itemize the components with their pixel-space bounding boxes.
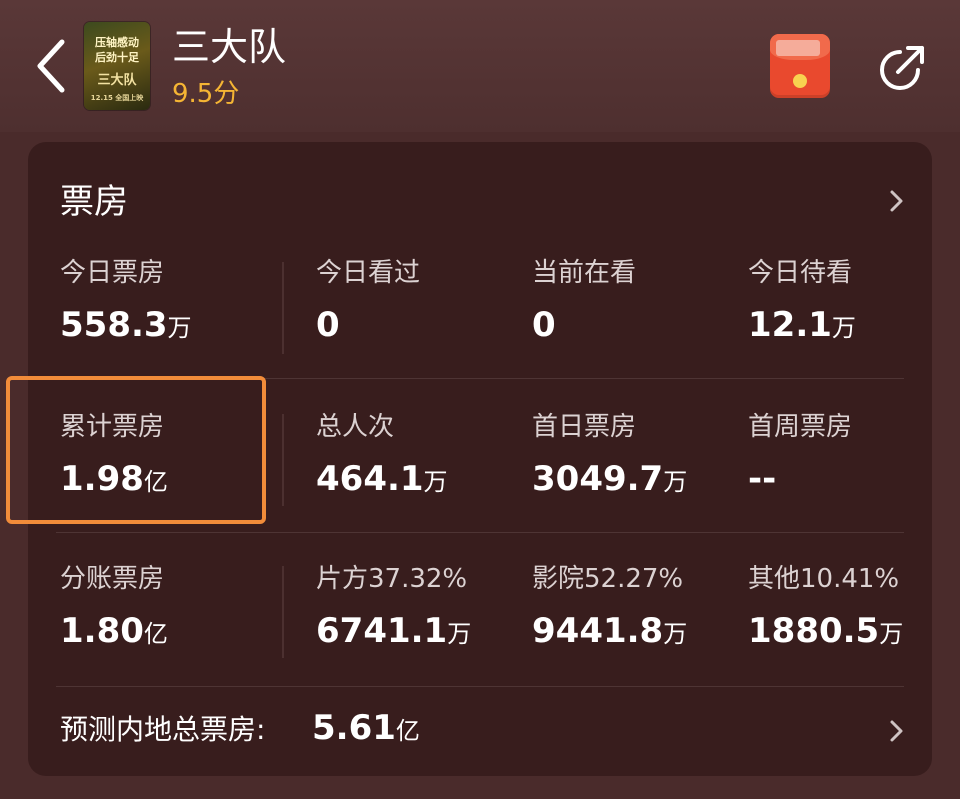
stat-label: 总人次 <box>316 412 395 442</box>
stat-value: 464.1万 <box>316 459 448 499</box>
stat-first-week-box-office[interactable]: 首周票房 -- <box>748 410 852 503</box>
column-divider <box>282 262 284 354</box>
poster-text-line: 三大队 <box>97 73 137 88</box>
forecast-label: 预测内地总票房: <box>60 713 266 746</box>
stat-other-share[interactable]: 其他10.41% 1880.5万 <box>748 562 903 655</box>
row-divider <box>56 686 904 687</box>
stat-value: 9441.8万 <box>532 611 688 651</box>
stat-label: 当前在看 <box>532 258 637 288</box>
stat-label: 首周票房 <box>748 412 853 442</box>
movie-title: 三大队 <box>172 25 287 69</box>
stat-split-box-office[interactable]: 分账票房 1.80亿 <box>60 562 168 655</box>
stat-label: 今日看过 <box>316 258 421 288</box>
poster-text-line: 压轴感动 <box>95 36 139 49</box>
stat-producer-share[interactable]: 片方37.32% 6741.1万 <box>316 562 471 655</box>
stat-value: 12.1万 <box>748 305 856 345</box>
stat-value: 6741.1万 <box>316 611 472 651</box>
stat-value: 3049.7万 <box>532 459 688 499</box>
card-title: 票房 <box>60 182 128 222</box>
stat-label: 影院52.27% <box>532 564 684 594</box>
chevron-right-icon <box>886 716 906 746</box>
forecast-row[interactable]: 预测内地总票房: 5.61亿 <box>28 698 932 764</box>
stat-value: 1880.5万 <box>748 611 904 651</box>
stat-label: 分账票房 <box>60 564 165 594</box>
chevron-right-icon <box>886 186 906 216</box>
stat-total-admissions[interactable]: 总人次 464.1万 <box>316 410 448 503</box>
poster-text-line: 12.15 全国上映 <box>90 94 144 102</box>
back-arrow-icon[interactable] <box>32 36 72 96</box>
stat-label: 今日待看 <box>748 258 853 288</box>
stat-watching-now[interactable]: 当前在看 0 <box>532 256 636 349</box>
stat-label: 片方37.32% <box>316 564 468 594</box>
column-divider <box>282 566 284 658</box>
column-divider <box>282 414 284 506</box>
stat-cinema-share[interactable]: 影院52.27% 9441.8万 <box>532 562 687 655</box>
stat-value: 0 <box>316 305 340 345</box>
stat-first-day-box-office[interactable]: 首日票房 3049.7万 <box>532 410 687 503</box>
red-packet-blurred-text <box>776 40 820 56</box>
stat-label: 首日票房 <box>532 412 637 442</box>
movie-poster[interactable]: 压轴感动 后劲十足 三大队 12.15 全国上映 <box>84 22 150 110</box>
row-divider <box>56 532 904 533</box>
stat-value: 1.80亿 <box>60 611 168 651</box>
stat-label: 今日票房 <box>60 258 165 288</box>
forecast-value: 5.61亿 <box>312 708 420 748</box>
share-icon[interactable] <box>874 40 930 96</box>
red-packet-icon[interactable] <box>770 34 830 98</box>
stat-value: -- <box>748 459 777 499</box>
movie-score: 9.5分 <box>172 79 240 109</box>
stat-today-want-to-watch[interactable]: 今日待看 12.1万 <box>748 256 856 349</box>
stat-value: 0 <box>532 305 556 345</box>
box-office-header[interactable]: 票房 <box>28 172 932 232</box>
poster-text-line: 后劲十足 <box>95 51 139 64</box>
stat-today-box-office[interactable]: 今日票房 558.3万 <box>60 256 192 349</box>
highlight-box <box>6 376 266 524</box>
stat-value: 558.3万 <box>60 305 192 345</box>
stat-today-watched[interactable]: 今日看过 0 <box>316 256 420 349</box>
red-packet-coin <box>793 74 807 88</box>
stat-label: 其他10.41% <box>748 564 900 594</box>
